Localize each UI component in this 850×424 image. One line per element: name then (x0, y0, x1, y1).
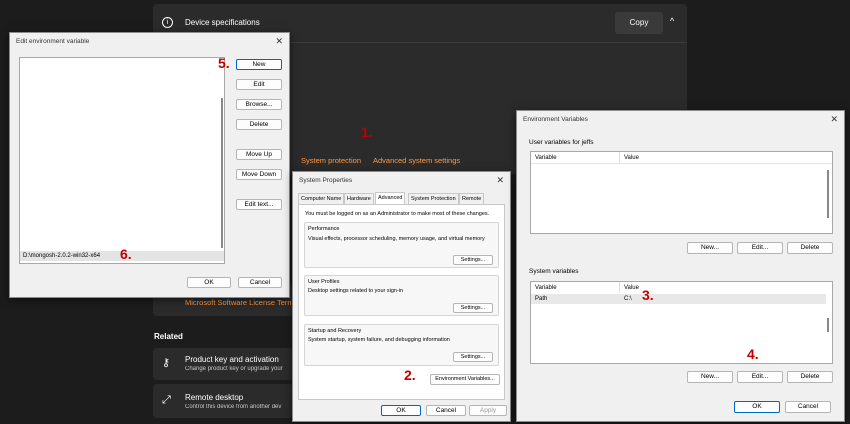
column-divider (619, 282, 620, 293)
performance-title: Performance (308, 226, 340, 232)
chevron-up-icon[interactable]: ^ (670, 16, 674, 26)
scrollbar[interactable] (827, 318, 829, 332)
startup-recovery-group: Startup and Recovery System startup, sys… (304, 324, 499, 366)
move-down-button[interactable]: Move Down (236, 169, 282, 180)
step-3-marker: 3. (642, 287, 654, 303)
remote-desktop-title: Remote desktop (185, 393, 244, 402)
browse-button[interactable]: Browse... (236, 99, 282, 110)
table-row[interactable] (531, 294, 826, 304)
user-vars-label: User variables for jeffs (529, 139, 594, 146)
dialog-title: Edit environment variable (16, 38, 90, 45)
product-key-row[interactable] (153, 348, 293, 380)
system-edit-button[interactable]: Edit... (737, 371, 783, 383)
system-new-button[interactable]: New... (687, 371, 733, 383)
environment-variables-button[interactable]: Environment Variables... (430, 374, 500, 385)
product-key-sub: Change product key or upgrade your (185, 366, 283, 372)
performance-settings-button[interactable]: Settings... (453, 255, 493, 265)
info-icon: i (162, 17, 173, 28)
license-terms-link[interactable]: Microsoft Software License Terms (185, 298, 291, 307)
edit-env-dialog: Edit environment variable ✕ D:\mongosh-2… (9, 32, 290, 298)
column-divider (619, 152, 620, 163)
startup-title: Startup and Recovery (308, 328, 362, 334)
system-protection-link[interactable]: System protection (301, 156, 361, 165)
cancel-button[interactable]: Cancel (238, 277, 282, 288)
col-header-variable[interactable]: Variable (535, 155, 557, 161)
header-divider (531, 163, 832, 164)
admin-note: You must be logged on as an Administrato… (305, 211, 490, 217)
close-icon[interactable]: ✕ (496, 175, 504, 186)
new-button[interactable]: New (236, 59, 282, 70)
product-key-title: Product key and activation (185, 355, 279, 364)
edit-button[interactable]: Edit (236, 79, 282, 90)
system-vars-table[interactable]: Variable Value Path C:\ (530, 281, 833, 364)
remote-desktop-icon: ⤢ (162, 394, 171, 406)
startup-desc: System startup, system failure, and debu… (308, 337, 450, 343)
step-2-marker: 2. (404, 367, 416, 383)
environment-variables-dialog: Environment Variables ✕ User variables f… (516, 110, 845, 422)
path-entry[interactable]: D:\mongosh-2.0.2-win32-x64 (23, 253, 100, 259)
user-delete-button[interactable]: Delete (787, 242, 833, 254)
tab-advanced[interactable]: Advanced (375, 192, 406, 204)
tab-system-protection[interactable]: System Protection (408, 193, 459, 204)
performance-desc: Visual effects, processor scheduling, me… (308, 236, 485, 242)
tab-remote[interactable]: Remote (459, 193, 485, 204)
scrollbar[interactable] (827, 170, 829, 218)
ok-button[interactable]: OK (381, 405, 421, 416)
step-5-marker: 5. (218, 55, 230, 71)
path-list[interactable]: D:\mongosh-2.0.2-win32-x64 (19, 57, 225, 264)
col-header-variable[interactable]: Variable (535, 285, 557, 291)
table-cell-variable: Path (535, 296, 548, 302)
device-specs-title: Device specifications (185, 18, 260, 27)
advanced-system-settings-link[interactable]: Advanced system settings (373, 156, 460, 165)
key-icon: ⚷ (162, 357, 171, 369)
move-up-button[interactable]: Move Up (236, 149, 282, 160)
ok-button[interactable]: OK (187, 277, 231, 288)
cancel-button[interactable]: Cancel (426, 405, 466, 416)
delete-button[interactable]: Delete (236, 119, 282, 130)
related-heading: Related (154, 332, 183, 341)
step-1-marker: 1. (361, 124, 373, 140)
startup-settings-button[interactable]: Settings... (453, 352, 493, 362)
scrollbar[interactable] (221, 98, 223, 248)
dialog-title: System Properties (299, 177, 353, 184)
close-icon[interactable]: ✕ (830, 114, 838, 125)
step-4-marker: 4. (747, 346, 759, 362)
dialog-title: Environment Variables (523, 116, 588, 123)
performance-group: Performance Visual effects, processor sc… (304, 222, 499, 268)
user-profiles-desc: Desktop settings related to your sign-in (308, 288, 404, 294)
system-delete-button[interactable]: Delete (787, 371, 833, 383)
close-icon[interactable]: ✕ (275, 36, 283, 47)
remote-desktop-sub: Control this device from another dev (185, 404, 282, 410)
system-vars-label: System variables (529, 268, 579, 275)
col-header-value[interactable]: Value (624, 155, 639, 161)
cancel-button[interactable]: Cancel (785, 401, 831, 413)
user-new-button[interactable]: New... (687, 242, 733, 254)
apply-button[interactable]: Apply (469, 405, 507, 416)
copy-button[interactable]: Copy (615, 12, 663, 34)
user-edit-button[interactable]: Edit... (737, 242, 783, 254)
table-cell-value: C:\ (624, 296, 632, 302)
step-6-marker: 6. (120, 246, 132, 262)
col-header-value[interactable]: Value (624, 285, 639, 291)
user-profiles-settings-button[interactable]: Settings... (453, 303, 493, 313)
system-properties-dialog: System Properties ✕ Computer Name Hardwa… (292, 171, 511, 422)
user-vars-table[interactable]: Variable Value (530, 151, 833, 234)
ok-button[interactable]: OK (734, 401, 780, 413)
user-profiles-title: User Profiles (308, 279, 340, 285)
tab-computer-name[interactable]: Computer Name (298, 193, 345, 204)
user-profiles-group: User Profiles Desktop settings related t… (304, 275, 499, 316)
tab-content: You must be logged on as an Administrato… (298, 204, 505, 400)
tab-hardware[interactable]: Hardware (344, 193, 374, 204)
edit-text-button[interactable]: Edit text... (236, 199, 282, 210)
